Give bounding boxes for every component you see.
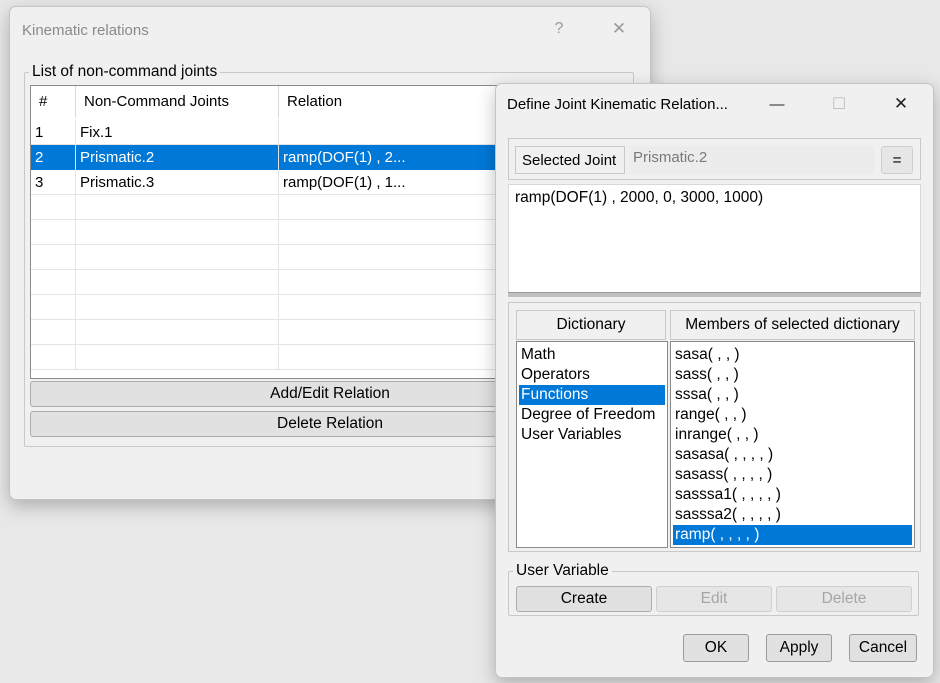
dialog-titlebar: Define Joint Kinematic Relation... — ☐ ✕ (496, 84, 933, 128)
member-item[interactable]: inrange( , , ) (673, 425, 912, 445)
main-titlebar: Kinematic relations ? ✕ (10, 7, 650, 51)
empty-cell (76, 320, 279, 345)
dictionary-list[interactable]: Math Operators Functions Degree of Freed… (516, 341, 668, 548)
row-joint: Prismatic.2 (76, 145, 279, 170)
empty-cell (31, 345, 76, 370)
non-command-joints-group-label: List of non-command joints (32, 63, 218, 80)
dictionary-item[interactable]: Math (519, 345, 665, 365)
maximize-icon: ☐ (831, 96, 847, 113)
empty-cell (31, 220, 76, 245)
empty-cell (76, 245, 279, 270)
define-joint-kinematic-relation-dialog: Define Joint Kinematic Relation... — ☐ ✕… (495, 83, 934, 678)
cancel-button[interactable]: Cancel (849, 634, 917, 662)
help-icon: ? (554, 20, 564, 37)
empty-cell (76, 220, 279, 245)
selected-joint-field: Prismatic.2 (629, 146, 875, 174)
dictionary-item[interactable]: Degree of Freedom (519, 405, 665, 425)
dictionary-header: Dictionary (516, 310, 666, 340)
dictionary-item-selected[interactable]: Functions (519, 385, 665, 405)
empty-cell (31, 320, 76, 345)
empty-cell (31, 295, 76, 320)
member-item[interactable]: sass( , , ) (673, 365, 912, 385)
member-item[interactable]: sasasa( , , , , ) (673, 445, 912, 465)
main-close-button[interactable]: ✕ (596, 7, 642, 51)
members-header: Members of selected dictionary (670, 310, 915, 340)
member-item[interactable]: sasass( , , , , ) (673, 465, 912, 485)
empty-cell (31, 270, 76, 295)
empty-cell (76, 270, 279, 295)
create-button[interactable]: Create (516, 586, 652, 612)
row-num: 2 (31, 145, 76, 170)
row-joint: Fix.1 (76, 120, 279, 145)
dictionary-item[interactable]: User Variables (519, 425, 665, 445)
dictionary-item[interactable]: Operators (519, 365, 665, 385)
members-list[interactable]: sasa( , , ) sass( , , ) sssa( , , ) rang… (670, 341, 915, 548)
empty-cell (31, 245, 76, 270)
user-variable-group-label: User Variable (516, 562, 609, 579)
column-header-num[interactable]: # (31, 86, 76, 118)
empty-cell (76, 295, 279, 320)
row-num: 3 (31, 170, 76, 195)
edit-button[interactable]: Edit (656, 586, 772, 612)
empty-cell (76, 195, 279, 220)
help-button[interactable]: ? (536, 7, 582, 51)
row-num: 1 (31, 120, 76, 145)
expression-editor[interactable]: ramp(DOF(1) , 2000, 0, 3000, 1000) (508, 184, 921, 294)
row-joint: Prismatic.3 (76, 170, 279, 195)
minimize-button[interactable]: — (754, 82, 800, 126)
main-window-title: Kinematic relations (22, 22, 149, 39)
equals-button[interactable]: = (881, 146, 913, 174)
dialog-close-button[interactable]: ✕ (878, 82, 924, 126)
member-item[interactable]: sssa( , , ) (673, 385, 912, 405)
minimize-icon: — (769, 95, 785, 113)
maximize-button[interactable]: ☐ (816, 82, 862, 126)
selected-joint-label: Selected Joint (515, 146, 625, 174)
splitter[interactable] (508, 292, 921, 297)
apply-button[interactable]: Apply (766, 634, 832, 662)
delete-variable-button[interactable]: Delete (776, 586, 912, 612)
member-item[interactable]: sasssa1( , , , , ) (673, 485, 912, 505)
member-item[interactable]: sasa( , , ) (673, 345, 912, 365)
close-icon: ✕ (893, 94, 909, 113)
empty-cell (76, 345, 279, 370)
empty-cell (31, 195, 76, 220)
ok-button[interactable]: OK (683, 634, 749, 662)
dialog-title: Define Joint Kinematic Relation... (507, 96, 728, 113)
column-header-joints[interactable]: Non-Command Joints (76, 86, 279, 118)
member-item[interactable]: range( , , ) (673, 405, 912, 425)
member-item-selected[interactable]: ramp( , , , , ) (673, 525, 912, 545)
close-icon: ✕ (611, 19, 627, 38)
member-item[interactable]: sasssa2( , , , , ) (673, 505, 912, 525)
